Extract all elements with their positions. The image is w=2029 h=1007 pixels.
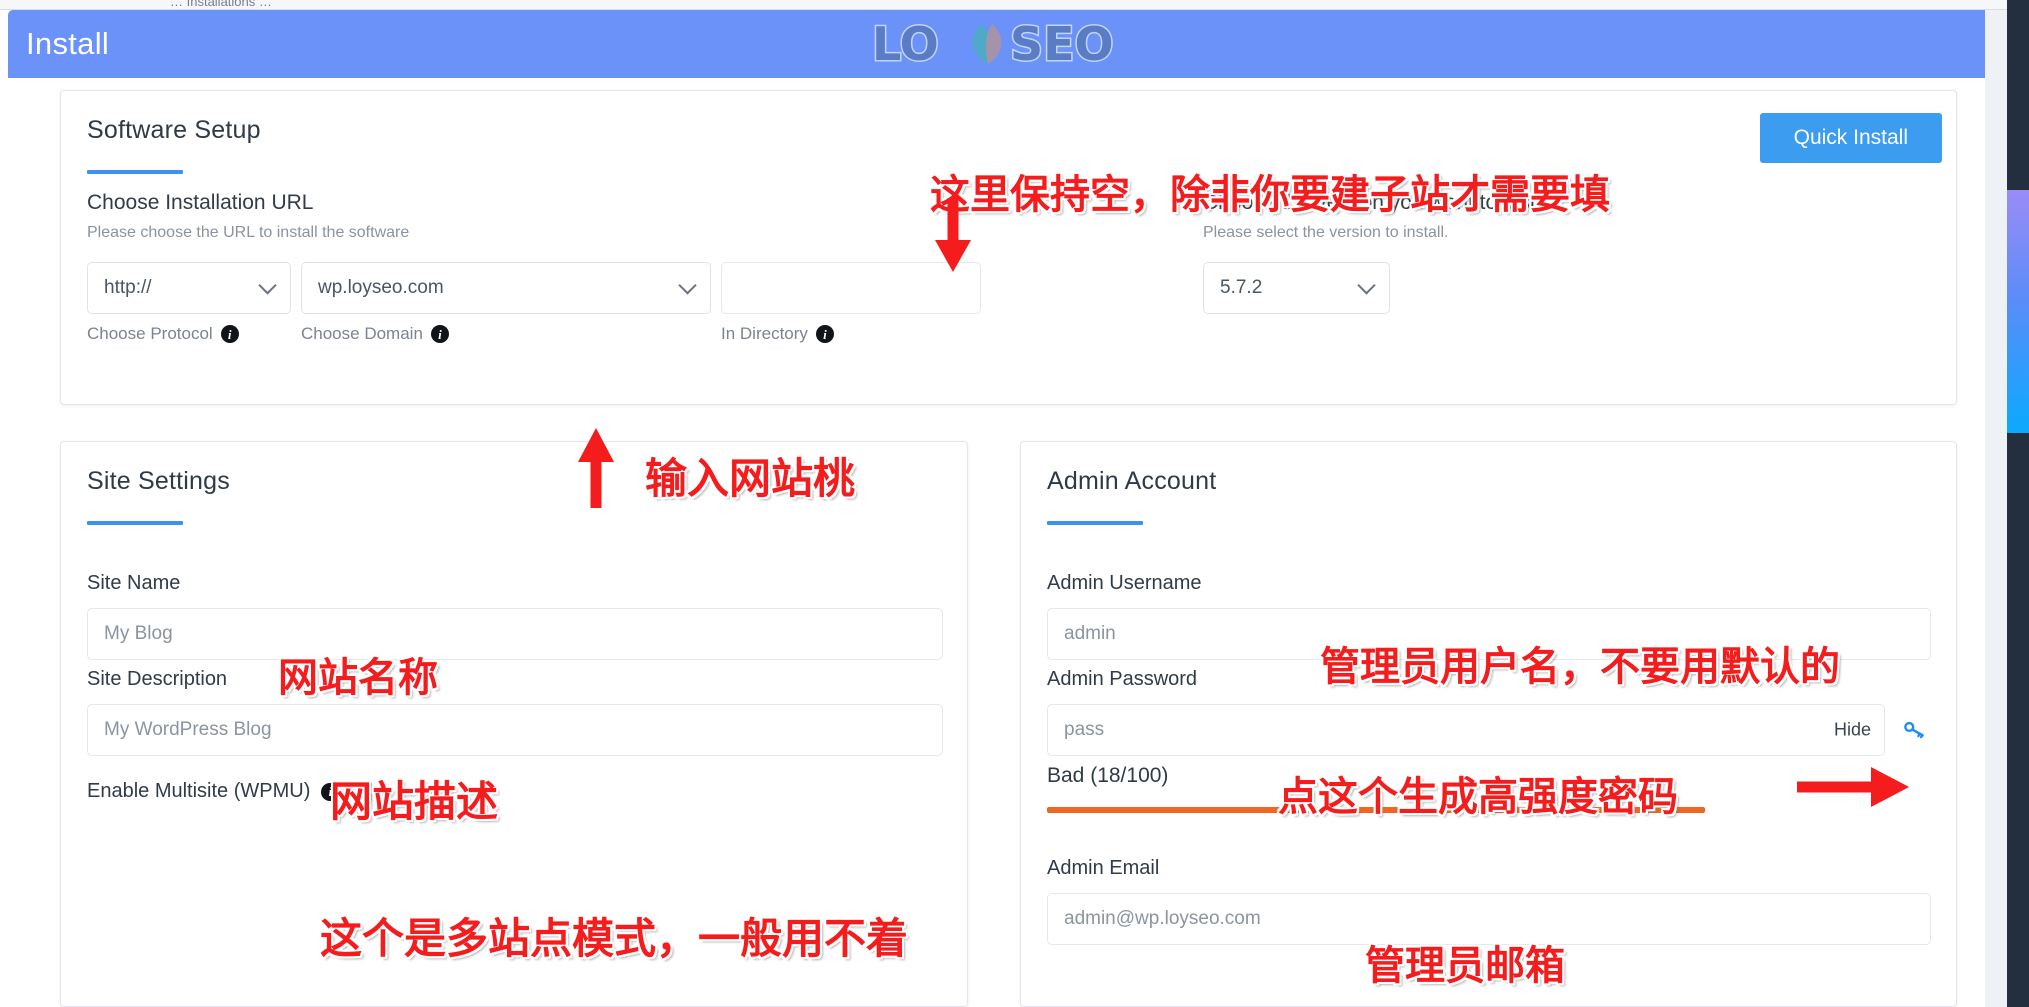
site-description-input[interactable] [87, 704, 943, 756]
domain-select[interactable]: wp.loyseo.com [301, 262, 711, 314]
admin-username-group: Admin Username [1047, 572, 1931, 660]
protocol-select[interactable]: http:// [87, 262, 291, 314]
password-visibility-toggle[interactable]: Hide [1834, 720, 1871, 741]
multisite-label: Enable Multisite (WPMU) [87, 780, 311, 802]
password-strength-group: Bad (18/100) [1047, 764, 1707, 813]
admin-account-card: Admin Account Admin Username Admin Passw… [1020, 441, 1957, 1007]
admin-password-group: Admin Password Hide [1047, 668, 1924, 756]
admin-account-underline [1047, 521, 1143, 525]
info-icon[interactable]: i [430, 325, 449, 343]
directory-caption-label: In Directory [721, 324, 808, 343]
protocol-value: http:// [104, 277, 152, 298]
protocol-caption: Choose Protocol i [87, 324, 291, 344]
info-icon[interactable]: i [815, 325, 834, 343]
version-heading: Choose the version you want to install [1203, 191, 1557, 214]
admin-password-label: Admin Password [1047, 668, 1198, 690]
multisite-checkbox[interactable] [350, 780, 373, 803]
protocol-group: http:// Choose Protocol i [87, 262, 291, 344]
site-settings-underline [87, 521, 183, 525]
key-icon[interactable] [1901, 717, 1927, 743]
info-icon[interactable]: i [220, 325, 239, 343]
modal-body: Software Setup Quick Install Choose Inst… [8, 78, 2021, 1007]
quick-install-button[interactable]: Quick Install [1759, 113, 1942, 163]
browser-scrollbar[interactable] [2007, 0, 2029, 1007]
domain-caption-label: Choose Domain [301, 324, 423, 343]
modal-title: Install [26, 26, 110, 61]
directory-group: In Directory i [721, 262, 981, 344]
password-strength-bar [1047, 807, 1705, 813]
domain-value: wp.loyseo.com [318, 277, 444, 298]
loyseo-logo: LO SEO [870, 16, 1160, 72]
password-strength-label: Bad (18/100) [1047, 764, 1169, 787]
software-setup-underline [87, 170, 183, 174]
site-settings-title: Site Settings [87, 467, 230, 495]
installation-url-group: Choose Installation URL Please choose th… [87, 191, 1187, 344]
software-setup-title: Software Setup [87, 116, 261, 144]
site-settings-card: Site Settings Site Name Site Description… [60, 441, 968, 1007]
installation-url-heading: Choose Installation URL [87, 191, 314, 214]
admin-email-label: Admin Email [1047, 857, 1160, 879]
site-name-input[interactable] [87, 608, 943, 660]
version-select[interactable]: 5.7.2 [1203, 262, 1390, 314]
url-controls-row: http:// Choose Protocol i wp.loyseo.com … [87, 262, 1187, 344]
background-page-sliver: … Installations … [0, 0, 2029, 10]
directory-input[interactable] [721, 262, 981, 314]
background-page-text: … Installations … [170, 0, 272, 9]
browser-scrollbar-thumb[interactable] [2007, 190, 2029, 433]
version-value: 5.7.2 [1220, 277, 1263, 298]
site-description-label: Site Description [87, 668, 228, 690]
info-icon[interactable]: i [321, 782, 340, 801]
admin-account-title: Admin Account [1047, 467, 1217, 495]
modal-header: Install LO SEO ✖ [8, 10, 2021, 78]
domain-group: wp.loyseo.com Choose Domain i [301, 262, 711, 344]
page-gutter [1985, 10, 2007, 1007]
version-subtext: Please select the version to install. [1203, 224, 1449, 241]
site-name-group: Site Name [87, 572, 943, 660]
domain-caption: Choose Domain i [301, 324, 711, 344]
site-description-group: Site Description [87, 668, 943, 756]
admin-password-input[interactable] [1047, 704, 1885, 756]
admin-username-input[interactable] [1047, 608, 1931, 660]
svg-text:LO: LO [872, 17, 939, 71]
directory-caption: In Directory i [721, 324, 981, 344]
software-setup-card: Software Setup Quick Install Choose Inst… [60, 90, 1957, 405]
svg-text:SEO: SEO [1010, 17, 1114, 71]
site-name-label: Site Name [87, 572, 181, 594]
admin-email-group: Admin Email [1047, 857, 1931, 945]
admin-username-label: Admin Username [1047, 572, 1202, 594]
multisite-group: Enable Multisite (WPMU) i [87, 780, 373, 803]
version-group: Choose the version you want to install P… [1203, 191, 1803, 314]
app-root: … Installations … Install LO SEO ✖ Softw… [0, 0, 2029, 1007]
admin-email-input[interactable] [1047, 893, 1931, 945]
installation-url-subtext: Please choose the URL to install the sof… [87, 224, 410, 241]
protocol-caption-label: Choose Protocol [87, 324, 213, 343]
admin-password-row: Hide [1047, 704, 1924, 756]
